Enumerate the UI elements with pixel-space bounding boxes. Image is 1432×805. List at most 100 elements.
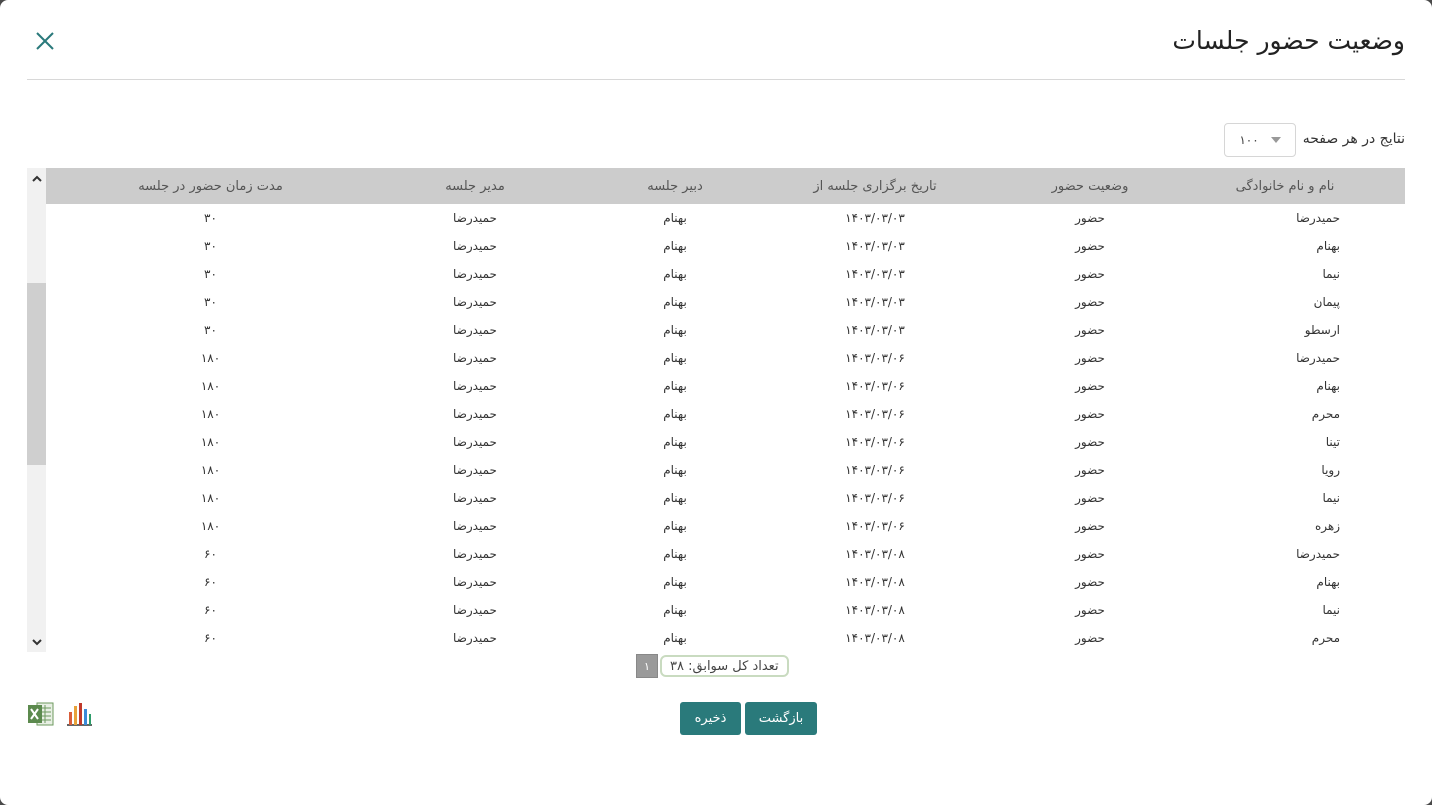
cell-name: حمیدرضا — [1296, 547, 1340, 561]
save-button[interactable]: ذخیره — [680, 702, 741, 735]
table-body: حمیدرضا حضور ۱۴۰۳/۰۳/۰۳ بهنام حمیدرضا ۳۰ بهنام… — [46, 204, 1405, 652]
cell-manager: حمیدرضا — [453, 379, 497, 393]
cell-duration: ۱۸۰ — [200, 519, 221, 533]
cell-name: بهنام — [1316, 239, 1340, 253]
table-row[interactable]: رویا حضور ۱۴۰۳/۰۳/۰۶ بهنام حمیدرضا ۱۸۰ — [46, 456, 1405, 484]
cell-duration: ۶۰ — [204, 631, 217, 645]
table-row[interactable]: نیما حضور ۱۴۰۳/۰۳/۰۸ بهنام حمیدرضا ۶۰ — [46, 596, 1405, 624]
table-row[interactable]: زهره حضور ۱۴۰۳/۰۳/۰۶ بهنام حمیدرضا ۱۸۰ — [46, 512, 1405, 540]
cell-manager: حمیدرضا — [453, 351, 497, 365]
chevron-down-icon — [31, 639, 42, 646]
page-size-value: ۱۰۰ — [1239, 133, 1259, 147]
table-row[interactable]: نیما حضور ۱۴۰۳/۰۳/۰۳ بهنام حمیدرضا ۳۰ — [46, 260, 1405, 288]
cell-status: حضور — [1075, 267, 1105, 281]
table-row[interactable]: بهنام حضور ۱۴۰۳/۰۳/۰۳ بهنام حمیدرضا ۳۰ — [46, 232, 1405, 260]
cell-name: رویا — [1321, 463, 1340, 477]
column-header-name[interactable]: نام و نام خانوادگی — [1205, 179, 1405, 194]
table-row[interactable]: تینا حضور ۱۴۰۳/۰۳/۰۶ بهنام حمیدرضا ۱۸۰ — [46, 428, 1405, 456]
cell-name: محرم — [1311, 407, 1340, 421]
cell-name: ارسطو — [1304, 323, 1340, 337]
table-row[interactable]: ارسطو حضور ۱۴۰۳/۰۳/۰۳ بهنام حمیدرضا ۳۰ — [46, 316, 1405, 344]
cell-manager: حمیدرضا — [453, 407, 497, 421]
cell-date: ۱۴۰۳/۰۳/۰۳ — [845, 267, 905, 281]
column-header-date[interactable]: تاریخ برگزاری جلسه از — [775, 179, 975, 194]
cell-name: حمیدرضا — [1296, 351, 1340, 365]
scroll-up-button[interactable] — [27, 170, 46, 188]
excel-export-button[interactable] — [27, 700, 55, 728]
table-row[interactable]: بهنام حضور ۱۴۰۳/۰۳/۰۶ بهنام حمیدرضا ۱۸۰ — [46, 372, 1405, 400]
cell-manager: حمیدرضا — [453, 463, 497, 477]
page-size-select[interactable]: ۱۰۰ — [1224, 123, 1296, 157]
cell-manager: حمیدرضا — [453, 295, 497, 309]
cell-secretary: بهنام — [663, 547, 687, 561]
cell-name: نیما — [1322, 491, 1340, 505]
cell-date: ۱۴۰۳/۰۳/۰۸ — [845, 547, 905, 561]
cell-manager: حمیدرضا — [453, 239, 497, 253]
cell-status: حضور — [1075, 323, 1105, 337]
column-header-manager[interactable]: مدیر جلسه — [375, 179, 575, 194]
cell-status: حضور — [1075, 435, 1105, 449]
table-row[interactable]: حمیدرضا حضور ۱۴۰۳/۰۳/۰۸ بهنام حمیدرضا ۶۰ — [46, 540, 1405, 568]
close-icon — [36, 32, 54, 50]
cell-name: بهنام — [1316, 379, 1340, 393]
table-row[interactable]: پیمان حضور ۱۴۰۳/۰۳/۰۳ بهنام حمیدرضا ۳۰ — [46, 288, 1405, 316]
page-size-label: نتایج در هر صفحه — [1302, 131, 1405, 147]
cell-secretary: بهنام — [663, 435, 687, 449]
cell-manager: حمیدرضا — [453, 435, 497, 449]
caret-down-icon — [1270, 137, 1281, 143]
scroll-down-button[interactable] — [27, 633, 46, 651]
cell-duration: ۳۰ — [204, 239, 217, 253]
table-row[interactable]: حمیدرضا حضور ۱۴۰۳/۰۳/۰۳ بهنام حمیدرضا ۳۰ — [46, 204, 1405, 232]
cell-date: ۱۴۰۳/۰۳/۰۶ — [845, 491, 905, 505]
table-row[interactable]: حمیدرضا حضور ۱۴۰۳/۰۳/۰۶ بهنام حمیدرضا ۱۸۰ — [46, 344, 1405, 372]
cell-status: حضور — [1075, 351, 1105, 365]
cell-status: حضور — [1075, 407, 1105, 421]
cell-secretary: بهنام — [663, 519, 687, 533]
cell-name: پیمان — [1313, 295, 1340, 309]
cell-secretary: بهنام — [663, 575, 687, 589]
cell-date: ۱۴۰۳/۰۳/۰۳ — [845, 211, 905, 225]
table-row[interactable]: نیما حضور ۱۴۰۳/۰۳/۰۶ بهنام حمیدرضا ۱۸۰ — [46, 484, 1405, 512]
column-header-status[interactable]: وضعیت حضور — [975, 179, 1205, 194]
cell-status: حضور — [1075, 295, 1105, 309]
cell-date: ۱۴۰۳/۰۳/۰۳ — [845, 239, 905, 253]
cell-secretary: بهنام — [663, 323, 687, 337]
scroll-thumb[interactable] — [27, 283, 46, 465]
chart-button[interactable] — [65, 700, 93, 728]
cell-manager: حمیدرضا — [453, 575, 497, 589]
cell-duration: ۳۰ — [204, 323, 217, 337]
table-row[interactable]: بهنام حضور ۱۴۰۳/۰۳/۰۸ بهنام حمیدرضا ۶۰ — [46, 568, 1405, 596]
cell-date: ۱۴۰۳/۰۳/۰۸ — [845, 603, 905, 617]
page-button[interactable]: ۱ — [636, 654, 658, 678]
column-header-secretary[interactable]: دبیر جلسه — [575, 179, 775, 194]
cell-status: حضور — [1075, 239, 1105, 253]
close-button[interactable] — [32, 28, 58, 54]
cell-duration: ۶۰ — [204, 575, 217, 589]
vertical-scrollbar[interactable] — [27, 168, 46, 652]
cell-secretary: بهنام — [663, 211, 687, 225]
cell-date: ۱۴۰۳/۰۳/۰۳ — [845, 323, 905, 337]
chevron-up-icon — [31, 175, 42, 182]
cell-date: ۱۴۰۳/۰۳/۰۶ — [845, 463, 905, 477]
cell-name: محرم — [1311, 631, 1340, 645]
cell-date: ۱۴۰۳/۰۳/۰۶ — [845, 407, 905, 421]
cell-secretary: بهنام — [663, 491, 687, 505]
cell-manager: حمیدرضا — [453, 323, 497, 337]
cell-date: ۱۴۰۳/۰۳/۰۸ — [845, 631, 905, 645]
cell-duration: ۱۸۰ — [200, 435, 221, 449]
cell-duration: ۶۰ — [204, 547, 217, 561]
cell-secretary: بهنام — [663, 379, 687, 393]
back-button[interactable]: بازگشت — [745, 702, 817, 735]
cell-status: حضور — [1075, 631, 1105, 645]
cell-duration: ۳۰ — [204, 295, 217, 309]
table-row[interactable]: محرم حضور ۱۴۰۳/۰۳/۰۶ بهنام حمیدرضا ۱۸۰ — [46, 400, 1405, 428]
cell-name: نیما — [1322, 603, 1340, 617]
table-row[interactable]: محرم حضور ۱۴۰۳/۰۳/۰۸ بهنام حمیدرضا ۶۰ — [46, 624, 1405, 652]
pager: ۱ تعداد کل سوابق: ۳۸ — [636, 654, 789, 678]
attendance-dialog: وضعیت حضور جلسات نتایج در هر صفحه ۱۰۰ نا… — [0, 0, 1432, 805]
cell-manager: حمیدرضا — [453, 267, 497, 281]
column-header-duration[interactable]: مدت زمان حضور در جلسه — [46, 179, 375, 194]
attendance-table: نام و نام خانوادگی وضعیت حضور تاریخ برگز… — [46, 168, 1405, 652]
cell-secretary: بهنام — [663, 295, 687, 309]
cell-secretary: بهنام — [663, 351, 687, 365]
